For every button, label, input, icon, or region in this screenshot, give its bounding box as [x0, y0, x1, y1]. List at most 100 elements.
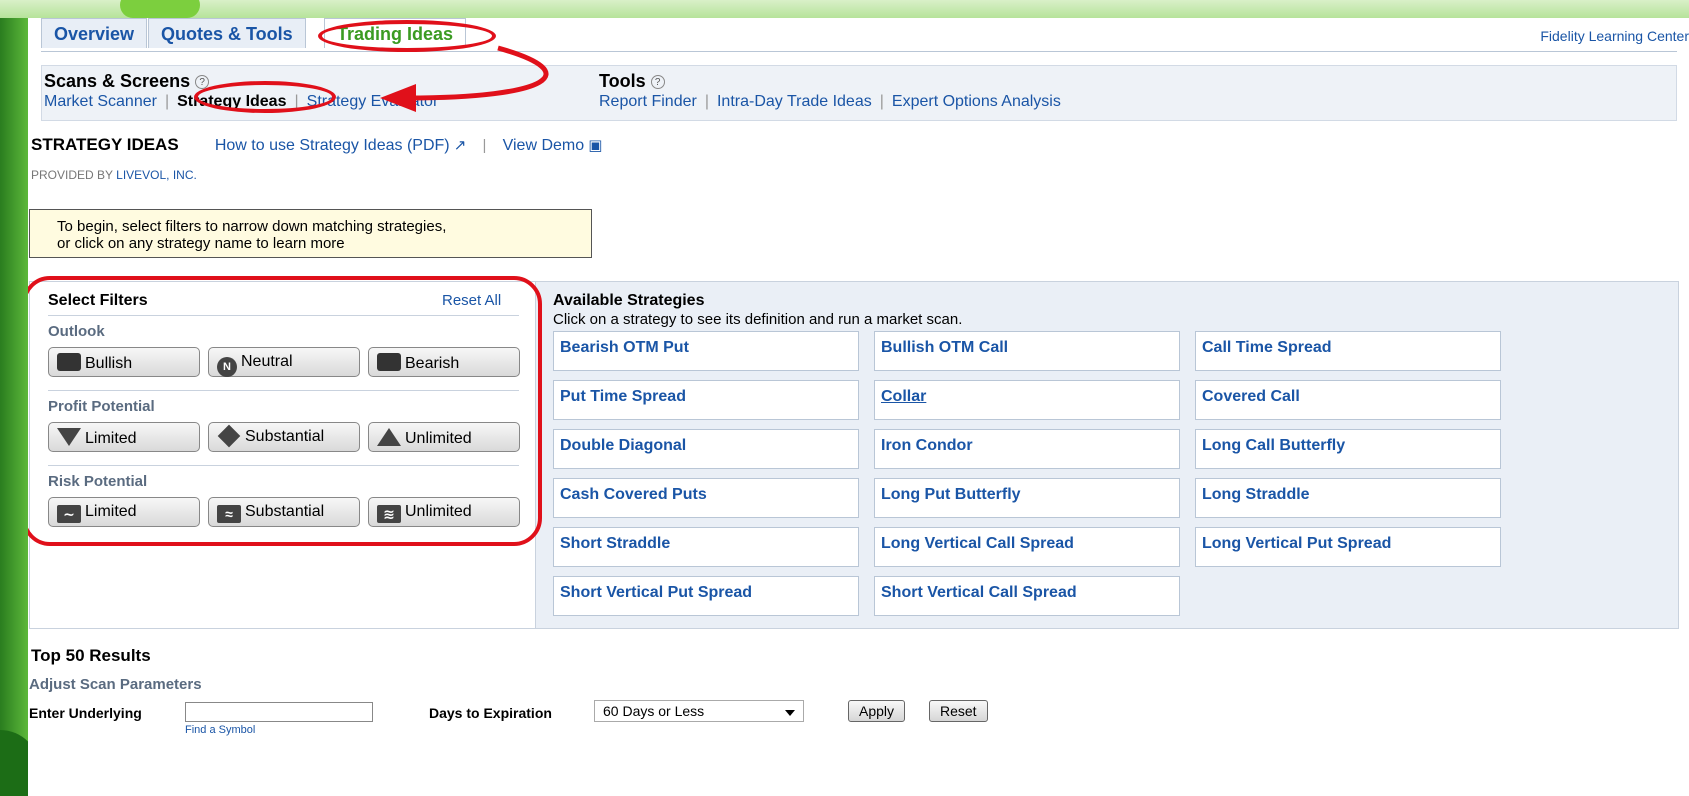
strategy-link[interactable]: Short Vertical Call Spread: [874, 576, 1180, 616]
underlying-label: Enter Underlying: [29, 705, 142, 721]
tab-quotes-tools[interactable]: Quotes & Tools: [148, 18, 306, 48]
strategy-evaluator-link[interactable]: Strategy Evaluator: [307, 93, 439, 110]
divider: [48, 315, 519, 316]
provider-credit: PROVIDED BY LIVEVOL, INC.: [31, 168, 197, 182]
strategy-link[interactable]: Short Straddle: [553, 527, 859, 567]
market-scanner-link[interactable]: Market Scanner: [44, 93, 157, 110]
hint-line-2: or click on any strategy name to learn m…: [57, 235, 345, 252]
tab-overview[interactable]: Overview: [41, 18, 148, 48]
strategy-ideas-header: STRATEGY IDEAS How to use Strategy Ideas…: [31, 135, 602, 155]
filter-neutral-button[interactable]: N Neutral: [208, 347, 360, 377]
filter-profit-unlimited-button[interactable]: Unlimited: [368, 422, 520, 452]
view-demo-link[interactable]: View Demo: [503, 137, 585, 154]
frame-top: [0, 0, 1689, 18]
chevron-down-icon: [785, 710, 795, 716]
profit-limited-icon: [57, 428, 81, 446]
separator: |: [482, 137, 487, 154]
report-finder-link[interactable]: Report Finder: [599, 93, 697, 110]
strategy-link[interactable]: Short Vertical Put Spread: [553, 576, 859, 616]
profit-potential-label: Profit Potential: [48, 398, 155, 415]
scans-screens-group: Scans & Screens ? Market Scanner | Strateg…: [44, 71, 438, 111]
frame-left-border: [0, 18, 28, 796]
filter-label: Unlimited: [405, 503, 472, 520]
provided-by-label: PROVIDED BY: [31, 168, 113, 182]
strategy-link[interactable]: Double Diagonal: [553, 429, 859, 469]
risk-potential-label: Risk Potential: [48, 473, 148, 490]
tab-divider: [41, 51, 1677, 52]
filter-risk-limited-button[interactable]: ∼ Limited: [48, 497, 200, 527]
strategy-panel: Select Filters Reset All Outlook Bullish…: [29, 281, 1679, 629]
underlying-input[interactable]: [185, 702, 373, 722]
strategy-link[interactable]: Long Vertical Call Spread: [874, 527, 1180, 567]
filter-label: Substantial: [245, 503, 325, 520]
tools-title: Tools ?: [599, 71, 1061, 92]
days-expiration-value: 60 Days or Less: [603, 703, 705, 719]
strategy-ideas-link[interactable]: Strategy Ideas: [177, 93, 286, 110]
filters-panel: Select Filters Reset All Outlook Bullish…: [30, 282, 535, 628]
results-title: Top 50 Results: [31, 646, 151, 665]
howto-pdf-link[interactable]: How to use Strategy Ideas (PDF): [215, 137, 450, 154]
expert-options-analysis-link[interactable]: Expert Options Analysis: [892, 93, 1061, 110]
profit-unlimited-icon: [377, 428, 401, 446]
intraday-trade-ideas-link[interactable]: Intra-Day Trade Ideas: [717, 93, 872, 110]
divider: [48, 390, 519, 391]
filter-label: Limited: [85, 503, 137, 520]
filter-label: Neutral: [241, 353, 293, 370]
find-symbol-link[interactable]: Find a Symbol: [185, 724, 255, 736]
frame-decoration: [120, 0, 200, 18]
filter-label: Bearish: [405, 355, 460, 372]
strategy-link[interactable]: Long Put Butterfly: [874, 478, 1180, 518]
separator: |: [294, 93, 299, 110]
days-expiration-select[interactable]: 60 Days or Less: [594, 700, 804, 722]
available-strategies-title: Available Strategies: [553, 292, 705, 309]
risk-limited-icon: ∼: [57, 505, 81, 523]
strategy-link[interactable]: Call Time Spread: [1195, 331, 1501, 371]
separator: |: [164, 93, 170, 110]
risk-substantial-icon: ≈: [217, 505, 241, 523]
filter-bearish-button[interactable]: Bearish: [368, 347, 520, 377]
video-camera-icon: ▣: [588, 137, 603, 154]
adjust-parameters-label: Adjust Scan Parameters: [29, 676, 202, 693]
profit-substantial-icon: [217, 424, 241, 448]
tab-trading-ideas[interactable]: Trading Ideas: [324, 18, 467, 48]
strategy-link[interactable]: Bullish OTM Call: [874, 331, 1180, 371]
reset-button[interactable]: Reset: [929, 700, 988, 722]
separator: |: [704, 93, 709, 110]
strategy-link[interactable]: Collar: [874, 380, 1180, 420]
apply-button[interactable]: Apply: [848, 700, 906, 722]
page-title: STRATEGY IDEAS: [31, 135, 179, 154]
help-icon[interactable]: ?: [650, 75, 665, 90]
sub-navigation: Scans & Screens ? Market Scanner | Strateg…: [41, 65, 1677, 121]
filter-risk-unlimited-button[interactable]: ≋ Unlimited: [368, 497, 520, 527]
divider: [48, 465, 519, 466]
filter-profit-limited-button[interactable]: Limited: [48, 422, 200, 452]
bear-icon: [377, 353, 401, 371]
provider-link[interactable]: LIVEVOL, INC.: [116, 168, 197, 182]
filter-bullish-button[interactable]: Bullish: [48, 347, 200, 377]
filter-label: Substantial: [245, 428, 325, 445]
hint-box: To begin, select filters to narrow down …: [29, 209, 592, 258]
strategy-link[interactable]: Cash Covered Puts: [553, 478, 859, 518]
external-link-icon: ↗: [453, 137, 467, 154]
filter-label: Unlimited: [405, 430, 472, 447]
strategy-link[interactable]: Long Call Butterfly: [1195, 429, 1501, 469]
outlook-label: Outlook: [48, 323, 105, 340]
scans-screens-title: Scans & Screens ?: [44, 71, 438, 92]
strategy-link[interactable]: Iron Condor: [874, 429, 1180, 469]
strategy-link[interactable]: Covered Call: [1195, 380, 1501, 420]
filter-profit-substantial-button[interactable]: Substantial: [208, 422, 360, 452]
scans-links: Market Scanner | Strategy Ideas | Strategy E…: [44, 93, 438, 111]
filter-risk-substantial-button[interactable]: ≈ Substantial: [208, 497, 360, 527]
scans-screens-title-text: Scans & Screens: [44, 71, 191, 91]
filters-title: Select Filters: [48, 292, 148, 309]
separator: |: [879, 93, 884, 110]
strategy-link[interactable]: Long Vertical Put Spread: [1195, 527, 1501, 567]
learning-center-link[interactable]: Fidelity Learning Center: [1540, 28, 1689, 44]
available-strategies-subtitle: Click on a strategy to see its definitio…: [553, 311, 963, 328]
help-icon[interactable]: ?: [195, 75, 210, 90]
strategy-link[interactable]: Bearish OTM Put: [553, 331, 859, 371]
hint-line-1: To begin, select filters to narrow down …: [57, 218, 447, 235]
reset-all-link[interactable]: Reset All: [442, 292, 501, 309]
strategy-link[interactable]: Long Straddle: [1195, 478, 1501, 518]
strategy-link[interactable]: Put Time Spread: [553, 380, 859, 420]
